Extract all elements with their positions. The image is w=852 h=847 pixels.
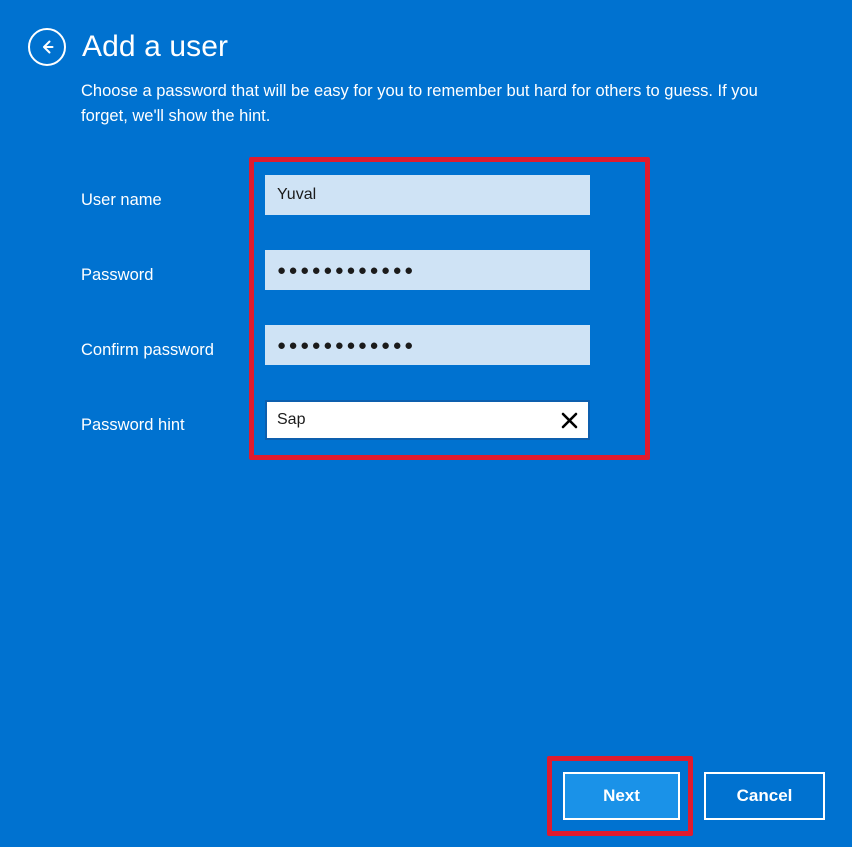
title-row: Add a user — [28, 28, 228, 66]
field-row-user-name: User name — [0, 175, 852, 225]
label-password-hint: Password hint — [81, 400, 185, 450]
dialog-footer: Next Cancel — [0, 772, 852, 820]
field-row-password: Password — [0, 250, 852, 300]
user-name-input[interactable] — [265, 175, 590, 215]
add-user-form: User name Password Confirm password Pass… — [0, 175, 852, 475]
label-password: Password — [81, 250, 153, 300]
back-arrow-circle-icon[interactable] — [28, 28, 66, 66]
next-button[interactable]: Next — [563, 772, 680, 820]
label-confirm-password: Confirm password — [81, 325, 214, 375]
clear-x-icon[interactable] — [550, 402, 588, 438]
field-row-confirm-password: Confirm password — [0, 325, 852, 375]
cancel-button[interactable]: Cancel — [704, 772, 825, 820]
password-hint-input[interactable] — [267, 402, 550, 438]
password-input[interactable] — [265, 250, 590, 290]
confirm-password-input[interactable] — [265, 325, 590, 365]
dialog-description: Choose a password that will be easy for … — [81, 79, 793, 129]
field-row-password-hint: Password hint — [0, 400, 852, 450]
password-hint-field[interactable] — [265, 400, 590, 440]
page-title: Add a user — [82, 30, 228, 64]
label-user-name: User name — [81, 175, 162, 225]
